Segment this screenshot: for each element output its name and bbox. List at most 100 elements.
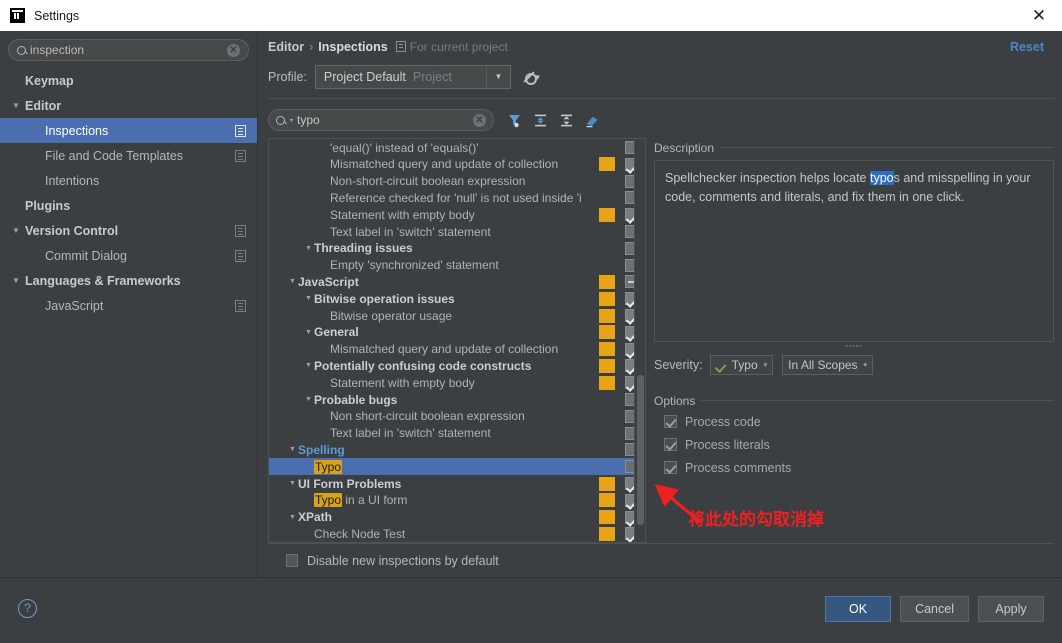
option-row[interactable]: Process comments xyxy=(654,456,1054,479)
sidebar-item-label: JavaScript xyxy=(45,298,104,313)
inspection-search-input[interactable] xyxy=(297,113,473,128)
inspection-tree-row[interactable]: ▼ Potentially confusing code constructs xyxy=(269,358,645,375)
chevron-down-icon[interactable]: ▼ xyxy=(303,362,314,369)
sidebar-search-input[interactable] xyxy=(30,43,227,57)
apply-button[interactable]: Apply xyxy=(978,595,1044,622)
sidebar-item-javascript[interactable]: JavaScript xyxy=(0,293,257,318)
ok-button[interactable]: OK xyxy=(825,595,892,622)
disable-new-row[interactable]: Disable new inspections by default xyxy=(268,543,1054,577)
disable-new-checkbox[interactable] xyxy=(286,554,298,568)
filter-toolbar: ▾ ✕ xyxy=(268,107,1054,133)
inspection-tree-row[interactable]: Reference checked for 'null' is not used… xyxy=(269,190,645,207)
gear-icon[interactable]: ▾ xyxy=(522,70,540,85)
chevron-down-icon[interactable]: ▼ xyxy=(485,65,510,88)
options-rule xyxy=(701,400,1054,402)
collapse-all-icon[interactable] xyxy=(559,113,574,128)
chevron-down-icon[interactable]: ▼ xyxy=(287,514,298,521)
annotation-text: 将此处的勾取消掉 xyxy=(688,510,824,530)
inspection-tree-row[interactable]: ▼ JavaScript xyxy=(269,274,645,291)
breadcrumb-root[interactable]: Editor xyxy=(268,40,304,54)
inspection-tree-row[interactable]: Mismatched query and update of collectio… xyxy=(269,341,645,358)
inspection-search-box[interactable]: ▾ ✕ xyxy=(268,109,494,132)
option-checkbox[interactable] xyxy=(664,461,677,475)
clear-filter-icon[interactable]: ✕ xyxy=(473,113,486,127)
search-match-highlight: Typo xyxy=(314,459,343,474)
chevron-down-icon[interactable]: ▼ xyxy=(12,226,25,235)
inspection-tree-row[interactable]: ▼ Bitwise operation issues xyxy=(269,290,645,307)
tree-scrollbar-thumb[interactable] xyxy=(637,375,644,526)
chevron-down-icon[interactable]: ▼ xyxy=(303,396,314,403)
sidebar-item-inspections[interactable]: Inspections xyxy=(0,118,257,143)
sidebar-item-plugins[interactable]: Plugins xyxy=(0,193,257,218)
search-icon xyxy=(17,45,26,55)
search-options-arrow[interactable]: ▾ xyxy=(290,117,293,124)
inspection-tree-row[interactable]: ▼ Spelling xyxy=(269,442,645,459)
profile-combobox[interactable]: Project Default Project ▼ xyxy=(314,64,511,89)
settings-page-icon xyxy=(235,149,246,162)
chevron-down-icon[interactable]: ▼ xyxy=(303,295,314,302)
resize-grip[interactable]: ▪▪▪▪▪ xyxy=(654,342,1054,351)
inspection-tree-row[interactable]: Mismatched query and update of collectio… xyxy=(269,156,645,173)
option-checkbox[interactable] xyxy=(664,438,677,452)
inspection-tree-row[interactable]: Empty 'synchronized' statement xyxy=(269,257,645,274)
severity-combobox[interactable]: Typo ▾ xyxy=(709,354,774,375)
sidebar-item-editor[interactable]: ▼ Editor xyxy=(0,93,257,118)
reset-filter-icon[interactable] xyxy=(585,113,600,128)
chevron-down-icon[interactable]: ▼ xyxy=(12,276,25,285)
close-icon[interactable]: ✕ xyxy=(1016,0,1062,31)
cancel-button[interactable]: Cancel xyxy=(900,595,969,622)
inspection-label: Probable bugs xyxy=(314,392,398,407)
sidebar-item-keymap[interactable]: Keymap xyxy=(0,68,257,93)
sidebar-item-languages-frameworks[interactable]: ▼ Languages & Frameworks xyxy=(0,268,257,293)
sidebar-item-version-control[interactable]: ▼ Version Control xyxy=(0,218,257,243)
inspection-tree-row[interactable]: ▼ General xyxy=(269,324,645,341)
chevron-down-icon[interactable]: ▼ xyxy=(287,446,298,453)
inspection-tree-row[interactable]: 'equal()' instead of 'equals()' xyxy=(269,139,645,156)
chevron-down-icon[interactable]: ▼ xyxy=(287,278,298,285)
sidebar-item-commit-dialog[interactable]: Commit Dialog xyxy=(0,243,257,268)
sidebar-search-wrap: ✕ xyxy=(0,31,257,66)
sidebar-item-intentions[interactable]: Intentions xyxy=(0,168,257,193)
inspection-tree-row[interactable]: Typo in a UI form xyxy=(269,492,645,509)
inspection-label: Check Node Test xyxy=(314,526,406,541)
chevron-down-icon[interactable]: ▼ xyxy=(303,329,314,336)
sidebar-item-file-and-code-templates[interactable]: File and Code Templates xyxy=(0,143,257,168)
scope-combobox[interactable]: In All Scopes ▾ xyxy=(782,354,874,375)
reset-link[interactable]: Reset xyxy=(1010,40,1054,54)
chevron-down-icon[interactable]: ▼ xyxy=(287,480,298,487)
sidebar-item-label: Version Control xyxy=(25,223,119,238)
inspection-tree-row[interactable]: Non-short-circuit boolean expression xyxy=(269,173,645,190)
inspection-tree-row[interactable]: Typo xyxy=(269,458,645,476)
description-before: Spellchecker inspection helps locate xyxy=(665,171,870,186)
filter-icon[interactable] xyxy=(507,113,522,128)
option-row[interactable]: Process literals xyxy=(654,433,1054,456)
severity-swatch xyxy=(599,375,615,390)
inspection-tree-row[interactable]: ▼ XPath xyxy=(269,509,645,526)
expand-all-icon[interactable] xyxy=(533,113,548,128)
inspection-tree-row[interactable]: ▼ Threading issues xyxy=(269,240,645,257)
inspection-tree-row[interactable]: Text label in 'switch' statement xyxy=(269,425,645,442)
chevron-down-icon[interactable]: ▼ xyxy=(303,245,314,252)
chevron-down-icon[interactable]: ▼ xyxy=(12,101,25,110)
inspection-tree-row[interactable]: ▼ Probable bugs xyxy=(269,391,645,408)
inspection-tree-row[interactable]: Statement with empty body xyxy=(269,206,645,223)
inspection-tree-pane[interactable]: 'equal()' instead of 'equals()' Mismatche… xyxy=(268,138,646,544)
settings-page-icon xyxy=(235,299,246,312)
inspection-tree-row[interactable]: Text label in 'switch' statement xyxy=(269,223,645,240)
sidebar-search-box[interactable]: ✕ xyxy=(8,39,249,61)
inspection-label: Reference checked for 'null' is not used… xyxy=(330,190,582,205)
inspection-tree-row[interactable]: Statement with empty body xyxy=(269,374,645,391)
clear-search-icon[interactable]: ✕ xyxy=(227,43,240,57)
inspection-label: Typo xyxy=(314,459,343,474)
help-icon[interactable]: ? xyxy=(18,599,37,618)
inspection-tree-row[interactable]: Non short-circuit boolean expression xyxy=(269,408,645,425)
tree-scrollbar[interactable] xyxy=(634,139,645,543)
settings-sidebar: ✕ Keymap▼EditorInspectionsFile and Code … xyxy=(0,31,258,577)
inspection-tree-row[interactable]: Check Node Test xyxy=(269,526,645,543)
description-text-box: Spellchecker inspection helps locate typ… xyxy=(654,160,1054,343)
inspection-tree-row[interactable]: Bitwise operator usage xyxy=(269,307,645,324)
inspection-tree-row[interactable]: ▼ UI Form Problems xyxy=(269,475,645,492)
option-checkbox[interactable] xyxy=(664,415,677,429)
option-row[interactable]: Process code xyxy=(654,410,1054,433)
sidebar-item-label: Plugins xyxy=(25,198,71,213)
